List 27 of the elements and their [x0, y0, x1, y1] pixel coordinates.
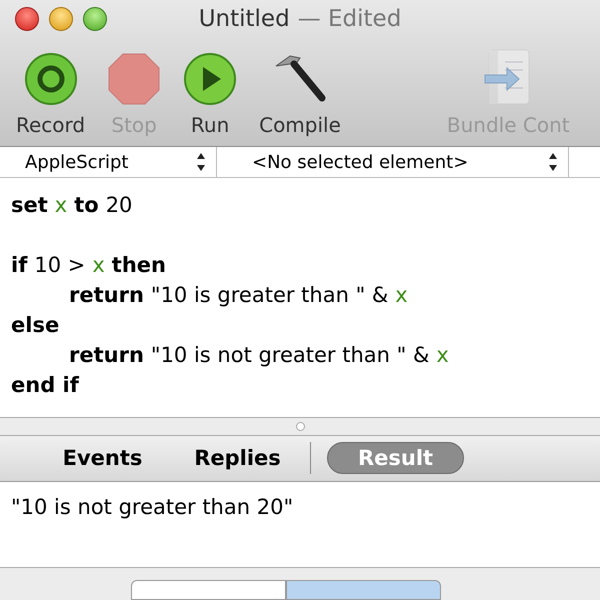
segment-tab[interactable] — [286, 580, 441, 600]
stepper-arrows-icon — [196, 151, 206, 174]
toolbar-button[interactable]: Run — [183, 52, 238, 140]
popup-menu[interactable]: AppleScript — [0, 147, 217, 178]
stepper-arrows-icon — [548, 151, 558, 174]
stop-icon — [107, 52, 162, 106]
code-line: else — [11, 312, 60, 340]
segment-tab[interactable] — [131, 580, 286, 600]
code-line: return "10 is greater than " & x — [69, 282, 408, 310]
log-tab[interactable]: Events — [40, 442, 165, 474]
close-button[interactable] — [15, 7, 39, 31]
code-line: end if — [11, 372, 79, 400]
minimize-button[interactable] — [49, 7, 73, 31]
code-line: set x to 20 — [11, 192, 132, 220]
result-text: "10 is not greater than 20" — [11, 494, 294, 519]
window-title: Untitled — [198, 4, 290, 34]
edited-label: — Edited — [298, 4, 402, 34]
code-line: if 10 > x then — [11, 252, 166, 280]
play-icon — [183, 52, 238, 106]
splitter-handle[interactable] — [296, 422, 304, 432]
toolbar-button[interactable]: Record — [16, 52, 86, 140]
toolbar-button[interactable]: Compile — [259, 52, 341, 140]
log-tab[interactable]: Replies — [175, 442, 300, 474]
code-line: return "10 is not greater than " & x — [69, 342, 449, 370]
popup-menu[interactable]: <No selected element> — [217, 147, 569, 178]
record-icon — [24, 52, 78, 106]
zoom-button[interactable] — [83, 7, 107, 31]
